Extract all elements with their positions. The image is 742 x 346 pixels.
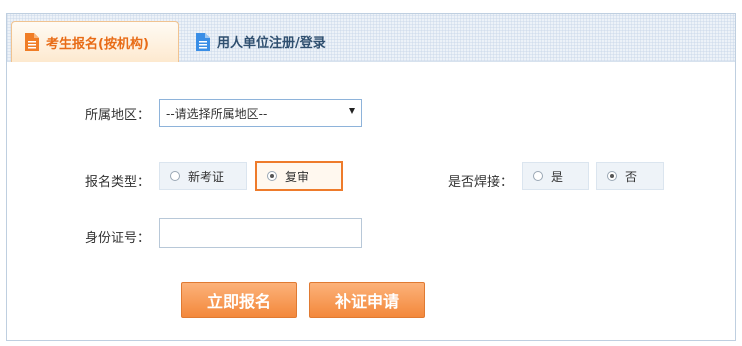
type-option-label: 复审	[285, 169, 310, 184]
welding-label: 是否焊接：	[447, 175, 513, 190]
tab-bar: 考生报名(按机构) 用人单位注册/登录	[7, 14, 735, 62]
registration-panel: 考生报名(按机构) 用人单位注册/登录 所属地区： --请选择所属地区-- 报名…	[6, 13, 736, 341]
welding-option-no[interactable]: 否	[596, 162, 664, 190]
welding-option-label: 否	[625, 169, 638, 184]
radio-checked-icon	[267, 171, 277, 181]
tab-candidate-registration[interactable]: 考生报名(按机构)	[11, 21, 179, 62]
radio-unchecked-icon	[170, 171, 180, 181]
region-select[interactable]: --请选择所属地区--	[159, 99, 362, 127]
tab-label: 用人单位注册/登录	[217, 36, 326, 51]
type-option-review[interactable]: 复审	[255, 161, 343, 191]
welding-option-yes[interactable]: 是	[522, 162, 589, 190]
register-button[interactable]: 立即报名	[181, 282, 297, 318]
radio-checked-icon	[607, 171, 617, 181]
type-option-new[interactable]: 新考证	[159, 162, 247, 190]
reissue-button[interactable]: 补证申请	[309, 282, 425, 318]
id-label: 身份证号：	[84, 231, 150, 246]
region-select-value: --请选择所属地区--	[166, 106, 268, 121]
welding-option-label: 是	[551, 169, 564, 184]
chevron-down-icon	[349, 108, 355, 114]
type-label: 报名类型：	[84, 175, 150, 190]
type-option-label: 新考证	[188, 169, 225, 184]
tab-employer-login[interactable]: 用人单位注册/登录	[191, 21, 361, 62]
tab-label: 考生报名(按机构)	[46, 36, 149, 52]
region-label: 所属地区：	[84, 108, 150, 123]
radio-unchecked-icon	[533, 171, 543, 181]
document-icon	[25, 33, 39, 51]
document-icon	[196, 32, 210, 51]
id-number-input[interactable]	[159, 218, 362, 248]
